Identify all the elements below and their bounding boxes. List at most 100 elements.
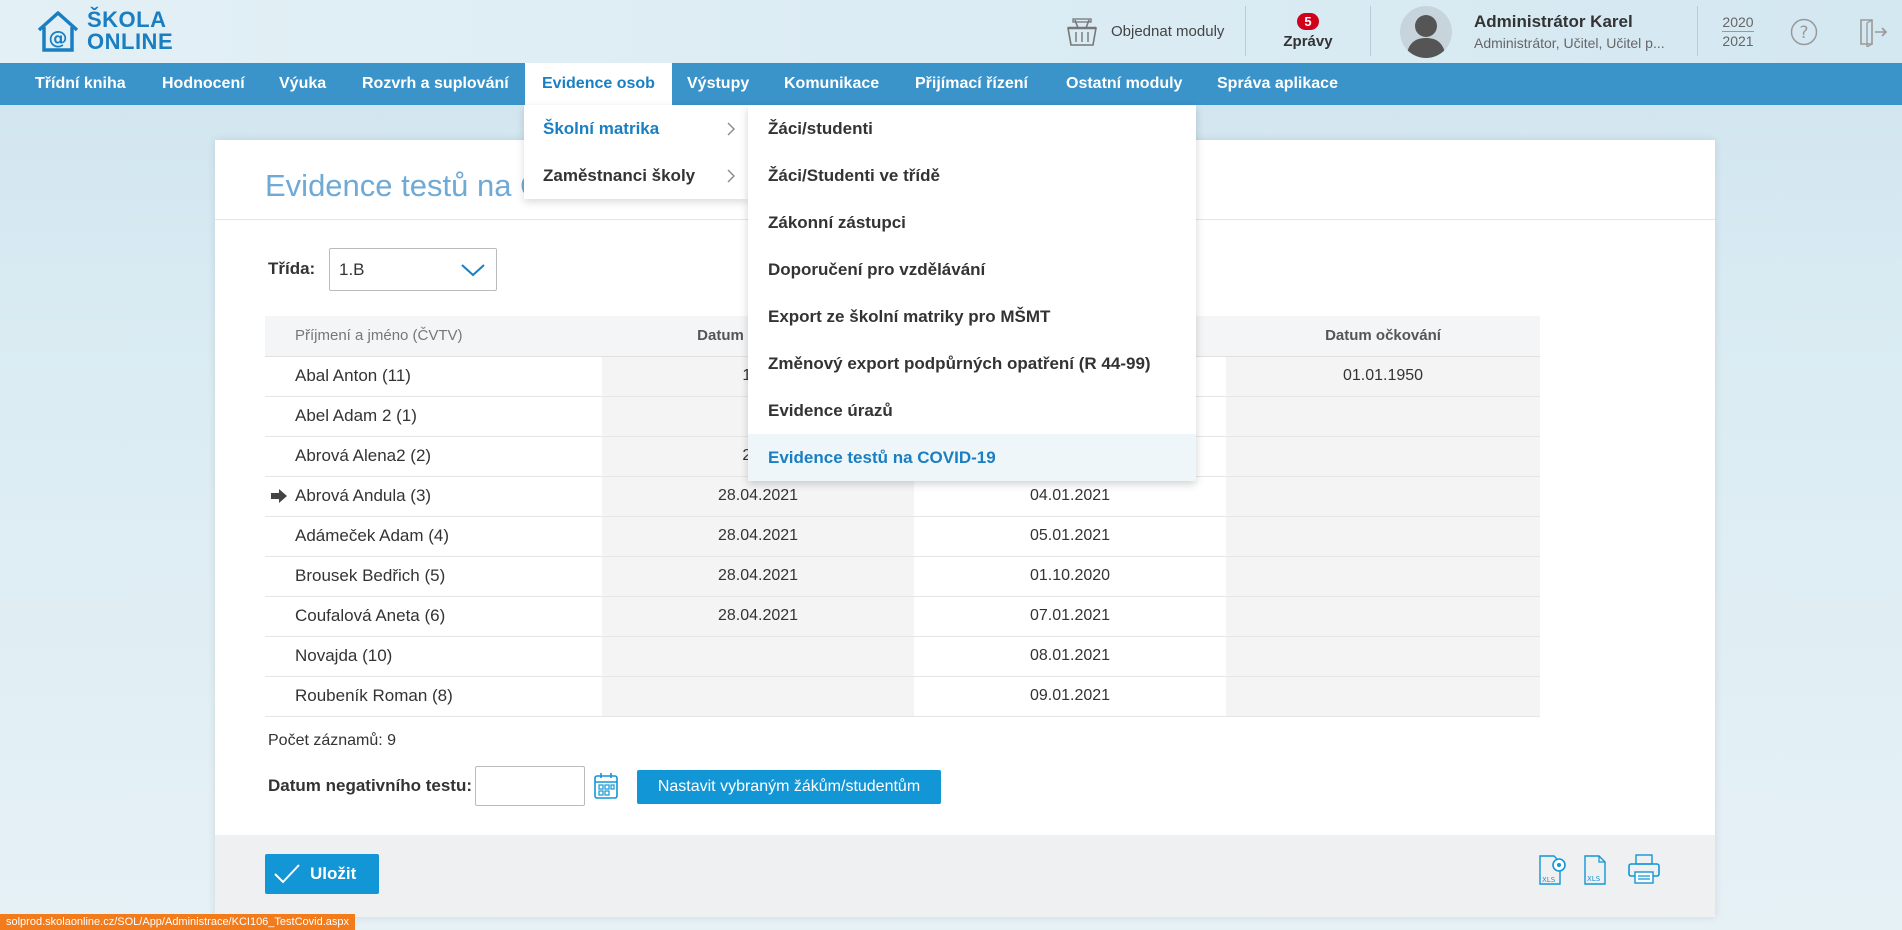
print-icon[interactable] bbox=[1627, 853, 1661, 885]
negative-test-date-input[interactable] bbox=[475, 766, 585, 806]
chevron-right-icon bbox=[727, 169, 735, 183]
messages-badge: 5 bbox=[1297, 13, 1319, 30]
logout-icon bbox=[1860, 18, 1888, 47]
order-modules-button[interactable]: Objednat moduly bbox=[1065, 0, 1224, 63]
nav-other-modules[interactable]: Ostatní moduly bbox=[1049, 63, 1199, 105]
svg-text:XLS: XLS bbox=[1587, 875, 1601, 883]
flyout-item-covid-tests[interactable]: Evidence testů na COVID-19 bbox=[748, 434, 1196, 481]
cell-name: Roubeník Roman (8) bbox=[265, 676, 602, 717]
cell-last-test: 28.04.2021 bbox=[602, 476, 914, 517]
cell-col3: 08.01.2021 bbox=[914, 636, 1226, 677]
nav-grading[interactable]: Hodnocení bbox=[145, 63, 262, 105]
logout-button[interactable] bbox=[1858, 0, 1888, 63]
school-year-selector[interactable]: 2020 2021 bbox=[1718, 0, 1758, 63]
app-logo[interactable]: @ ŠKOLA ONLINE bbox=[35, 8, 173, 54]
calendar-icon[interactable] bbox=[593, 772, 619, 800]
class-label: Třída: bbox=[268, 259, 316, 278]
basket-icon bbox=[1067, 17, 1097, 46]
table-row[interactable]: Adámeček Adam (4) 28.04.2021 05.01.2021 bbox=[265, 516, 1540, 557]
cell-col3: 07.01.2021 bbox=[914, 596, 1226, 637]
cell-last-test: 28.04.2021 bbox=[602, 516, 914, 557]
nav-class-book[interactable]: Třídní kniha bbox=[18, 63, 143, 105]
year-to: 2021 bbox=[1722, 33, 1754, 49]
cell-name: Adámeček Adam (4) bbox=[265, 516, 602, 557]
app-header: @ ŠKOLA ONLINE Objednat moduly 5 Zprávy bbox=[0, 0, 1902, 63]
nav-schedule[interactable]: Rozvrh a suplování bbox=[345, 63, 526, 105]
cell-last-test bbox=[602, 636, 914, 677]
people-records-submenu: Školní matrika Zaměstnanci školy bbox=[524, 105, 748, 199]
svg-text:XLS: XLS bbox=[1542, 876, 1556, 884]
record-count: Počet záznamů: 9 bbox=[268, 732, 397, 749]
avatar bbox=[1400, 5, 1452, 58]
user-name: Administrátor Karel bbox=[1474, 12, 1633, 31]
cell-col3: 05.01.2021 bbox=[914, 516, 1226, 557]
cell-last-test bbox=[602, 676, 914, 717]
main-navigation: Třídní kniha Hodnocení Výuka Rozvrh a su… bbox=[0, 63, 1902, 105]
cell-vaccination bbox=[1226, 516, 1540, 557]
nav-outputs[interactable]: Výstupy bbox=[670, 63, 766, 105]
chevron-down-icon bbox=[461, 264, 485, 277]
status-bar-url: solprod.skolaonline.cz/SOL/App/Administr… bbox=[0, 914, 356, 930]
nav-people-records[interactable]: Evidence osob bbox=[525, 63, 672, 105]
cell-name: Novajda (10) bbox=[265, 636, 602, 677]
submenu-item-label: Školní matrika bbox=[543, 119, 660, 138]
user-roles: Administrátor, Učitel, Učitel p... bbox=[1474, 35, 1665, 51]
page-title: Evidence testů na CO bbox=[265, 168, 567, 203]
year-from: 2020 bbox=[1722, 14, 1754, 32]
cell-vaccination bbox=[1226, 396, 1540, 437]
flyout-item-legal-guardians[interactable]: Zákonní zástupci bbox=[748, 199, 1196, 246]
help-icon: ? bbox=[1790, 18, 1818, 45]
order-modules-label: Objednat moduly bbox=[1111, 23, 1225, 40]
svg-text:@: @ bbox=[49, 27, 68, 49]
nav-communication[interactable]: Komunikace bbox=[767, 63, 896, 105]
table-row[interactable]: Brousek Bedřich (5) 28.04.2021 01.10.202… bbox=[265, 556, 1540, 597]
user-menu[interactable]: Administrátor Karel Administrátor, Učite… bbox=[1400, 0, 1665, 63]
set-selected-students-button[interactable]: Nastavit vybraným žákům/studentům bbox=[637, 770, 941, 804]
table-row[interactable]: Novajda (10) 08.01.2021 bbox=[265, 636, 1540, 677]
cell-name: Coufalová Aneta (6) bbox=[265, 596, 602, 637]
flyout-item-support-measures-export[interactable]: Změnový export podpůrných opatření (R 44… bbox=[748, 340, 1196, 387]
cell-col3: 09.01.2021 bbox=[914, 676, 1226, 717]
logo-text: ŠKOLA ONLINE bbox=[87, 9, 173, 53]
submenu-item-school-staff[interactable]: Zaměstnanci školy bbox=[524, 152, 748, 199]
house-logo-icon: @ bbox=[37, 11, 79, 52]
flyout-item-education-recommendations[interactable]: Doporučení pro vzdělávání bbox=[748, 246, 1196, 293]
cell-name-selected: Abrová Andula (3) bbox=[265, 476, 602, 517]
cell-name: Brousek Bedřich (5) bbox=[265, 556, 602, 597]
school-register-flyout: Žáci/studenti Žáci/Studenti ve třídě Zák… bbox=[748, 105, 1196, 481]
negative-test-label: Datum negativního testu: bbox=[268, 776, 473, 795]
cell-name-text: Abrová Andula (3) bbox=[295, 486, 432, 505]
help-button[interactable]: ? bbox=[1790, 0, 1818, 63]
class-select-value: 1.B bbox=[339, 260, 365, 279]
nav-app-management[interactable]: Správa aplikace bbox=[1200, 63, 1355, 105]
messages-button[interactable]: 5 Zprávy bbox=[1268, 0, 1348, 63]
svg-text:?: ? bbox=[1799, 23, 1808, 43]
flyout-item-injury-records[interactable]: Evidence úrazů bbox=[748, 387, 1196, 434]
cell-vaccination bbox=[1226, 556, 1540, 597]
submenu-item-label: Zaměstnanci školy bbox=[543, 166, 696, 185]
xls-export-icon[interactable]: XLS bbox=[1580, 853, 1610, 887]
flyout-item-msmt-export[interactable]: Export ze školní matriky pro MŠMT bbox=[748, 293, 1196, 340]
col-header-vaccination[interactable]: Datum očkování bbox=[1226, 316, 1540, 357]
cell-vaccination bbox=[1226, 596, 1540, 637]
table-row[interactable]: Coufalová Aneta (6) 28.04.2021 07.01.202… bbox=[265, 596, 1540, 637]
table-row-selected[interactable]: Abrová Andula (3) 28.04.2021 04.01.2021 bbox=[265, 476, 1540, 517]
row-selected-arrow-icon bbox=[271, 488, 287, 503]
cell-name: Abal Anton (11) bbox=[265, 356, 602, 397]
messages-label: Zprávy bbox=[1283, 33, 1333, 50]
xls-settings-icon[interactable]: XLS bbox=[1535, 853, 1569, 887]
col-header-name[interactable]: Příjmení a jméno (ČVTV) bbox=[265, 316, 602, 357]
nav-teaching[interactable]: Výuka bbox=[262, 63, 343, 105]
save-button[interactable]: Uložit bbox=[265, 854, 379, 894]
submenu-item-school-register[interactable]: Školní matrika bbox=[524, 105, 748, 152]
cell-vaccination bbox=[1226, 476, 1540, 517]
cell-vaccination bbox=[1226, 436, 1540, 477]
flyout-item-students-in-class[interactable]: Žáci/Studenti ve třídě bbox=[748, 152, 1196, 199]
nav-admissions[interactable]: Přijímací řízení bbox=[898, 63, 1045, 105]
user-silhouette-icon bbox=[1406, 14, 1446, 58]
table-row[interactable]: Roubeník Roman (8) 09.01.2021 bbox=[265, 676, 1540, 717]
flyout-item-students[interactable]: Žáci/studenti bbox=[748, 105, 1196, 152]
header-divider bbox=[1370, 6, 1371, 56]
class-select[interactable]: 1.B bbox=[329, 248, 497, 291]
header-divider bbox=[1697, 6, 1698, 56]
